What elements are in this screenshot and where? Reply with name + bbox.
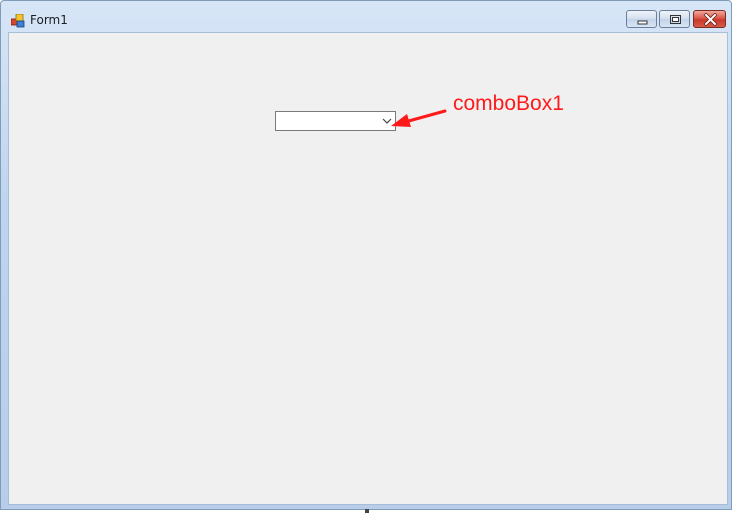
form-client-area	[8, 32, 728, 505]
close-button[interactable]	[693, 10, 726, 28]
annotation-label: comboBox1	[453, 92, 564, 115]
window-title: Form1	[30, 13, 68, 27]
maximize-icon	[670, 15, 681, 24]
combobox1[interactable]	[275, 111, 396, 131]
title-bar[interactable]: Form1	[1, 1, 731, 31]
close-icon	[703, 12, 718, 27]
app-icon	[10, 13, 25, 28]
minimize-icon	[637, 20, 648, 25]
minimize-button[interactable]	[626, 10, 657, 28]
annotation-arrow-icon	[391, 109, 447, 127]
form1-window: Form1	[0, 0, 732, 510]
maximize-button[interactable]	[659, 10, 690, 28]
resize-grip-mark	[365, 509, 369, 513]
